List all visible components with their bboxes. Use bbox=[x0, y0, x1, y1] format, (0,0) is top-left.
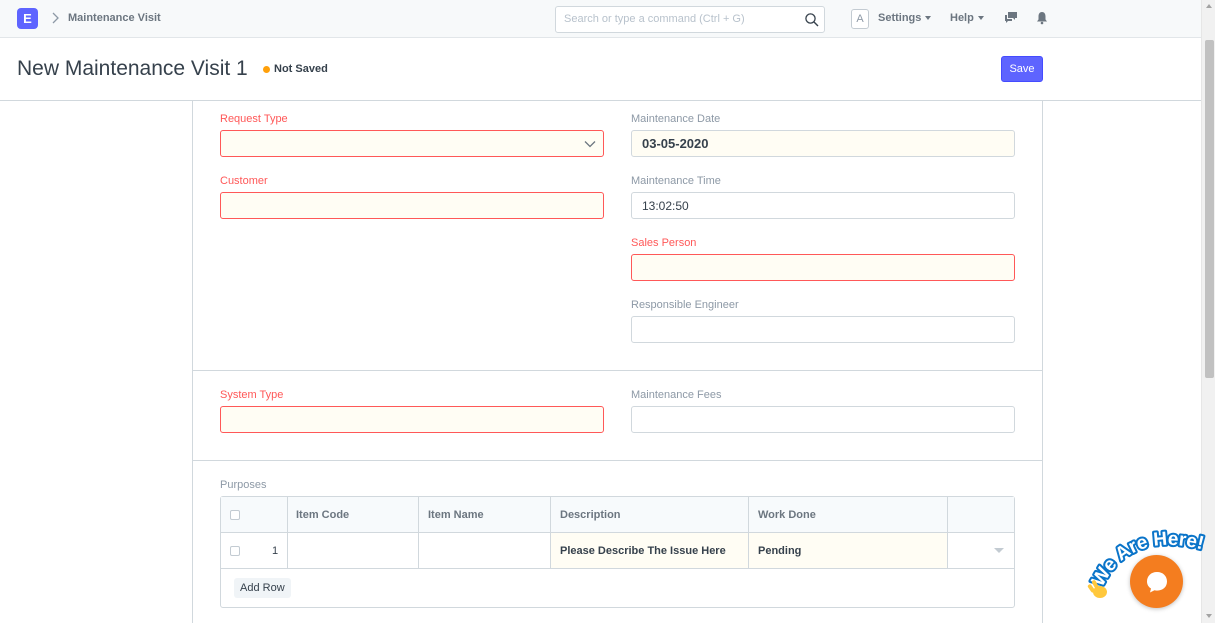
column-header-item-name[interactable]: Item Name bbox=[428, 509, 484, 521]
request-type-label: Request Type bbox=[220, 113, 288, 125]
customer-field[interactable] bbox=[220, 192, 604, 219]
table-header: Item Code Item Name Description Work Don… bbox=[221, 497, 1014, 533]
navbar: E Maintenance Visit A Settings Help bbox=[0, 0, 1201, 38]
status-dot bbox=[263, 65, 270, 73]
status-text: Not Saved bbox=[274, 63, 328, 75]
system-type-label: System Type bbox=[220, 389, 284, 401]
purposes-label: Purposes bbox=[220, 479, 267, 491]
chat-launcher-button[interactable] bbox=[1130, 555, 1183, 608]
search-input[interactable] bbox=[564, 13, 794, 25]
status-badge: Not Saved bbox=[263, 63, 328, 75]
column-divider bbox=[418, 497, 419, 569]
row-index: 1 bbox=[272, 545, 279, 557]
chat-bubble-icon bbox=[1146, 571, 1167, 592]
app-logo[interactable]: E bbox=[17, 8, 38, 29]
comments-icon[interactable] bbox=[1004, 11, 1018, 25]
scrollbar-thumb[interactable] bbox=[1205, 40, 1214, 378]
help-dropdown[interactable]: Help bbox=[950, 12, 984, 24]
maintenance-fees-label: Maintenance Fees bbox=[631, 389, 722, 401]
customer-label: Customer bbox=[220, 175, 268, 187]
maintenance-time-label: Maintenance Time bbox=[631, 175, 721, 187]
column-divider bbox=[287, 497, 288, 569]
column-divider bbox=[550, 497, 551, 569]
row-dropdown-caret-icon[interactable] bbox=[994, 548, 1004, 553]
sales-person-label: Sales Person bbox=[631, 237, 697, 249]
column-divider bbox=[947, 497, 948, 569]
purposes-table: Item Code Item Name Description Work Don… bbox=[220, 496, 1015, 608]
page-head: New Maintenance Visit 1 Not Saved Save bbox=[0, 38, 1201, 101]
section-divider bbox=[193, 460, 1042, 461]
scroll-down-arrow-icon[interactable] bbox=[1206, 614, 1212, 618]
select-all-checkbox[interactable] bbox=[230, 510, 240, 520]
bell-icon[interactable] bbox=[1035, 11, 1049, 25]
save-button[interactable]: Save bbox=[1001, 56, 1043, 82]
page-title: New Maintenance Visit 1 bbox=[17, 57, 248, 80]
column-header-item-code[interactable]: Item Code bbox=[296, 509, 349, 521]
cell-work-done[interactable]: Pending bbox=[758, 545, 801, 557]
maintenance-date-label: Maintenance Date bbox=[631, 113, 721, 125]
avatar[interactable]: A bbox=[851, 9, 869, 29]
chevron-down-icon bbox=[584, 141, 596, 148]
caret-down-icon bbox=[925, 16, 932, 20]
sales-person-field[interactable] bbox=[631, 254, 1015, 281]
cell-description[interactable]: Please Describe The Issue Here bbox=[560, 545, 726, 557]
add-row-button[interactable]: Add Row bbox=[234, 578, 291, 598]
caret-down-icon bbox=[977, 16, 984, 20]
scroll-up-arrow-icon[interactable] bbox=[1206, 4, 1212, 8]
breadcrumb[interactable]: Maintenance Visit bbox=[68, 12, 161, 24]
system-type-field[interactable] bbox=[220, 406, 604, 433]
chevron-right-icon bbox=[52, 12, 59, 24]
column-header-work-done[interactable]: Work Done bbox=[758, 509, 816, 521]
column-header-description[interactable]: Description bbox=[560, 509, 621, 521]
maintenance-fees-field[interactable] bbox=[631, 406, 1015, 433]
request-type-select[interactable] bbox=[220, 130, 604, 157]
section-divider bbox=[193, 370, 1042, 371]
responsible-engineer-label: Responsible Engineer bbox=[631, 299, 739, 311]
column-divider bbox=[748, 497, 749, 569]
form-layout: Request Type Customer Maintenance Date M… bbox=[192, 101, 1043, 623]
responsible-engineer-field[interactable] bbox=[631, 316, 1015, 343]
maintenance-time-field[interactable] bbox=[631, 192, 1015, 219]
row-checkbox[interactable] bbox=[230, 546, 240, 556]
table-row[interactable]: 1 Please Describe The Issue Here Pending bbox=[221, 533, 1014, 569]
search-box[interactable] bbox=[555, 6, 825, 33]
search-icon[interactable] bbox=[804, 12, 820, 28]
help-label: Help bbox=[950, 12, 974, 24]
settings-dropdown[interactable]: Settings bbox=[878, 12, 932, 24]
maintenance-date-field[interactable] bbox=[631, 130, 1015, 157]
settings-label: Settings bbox=[878, 12, 922, 24]
